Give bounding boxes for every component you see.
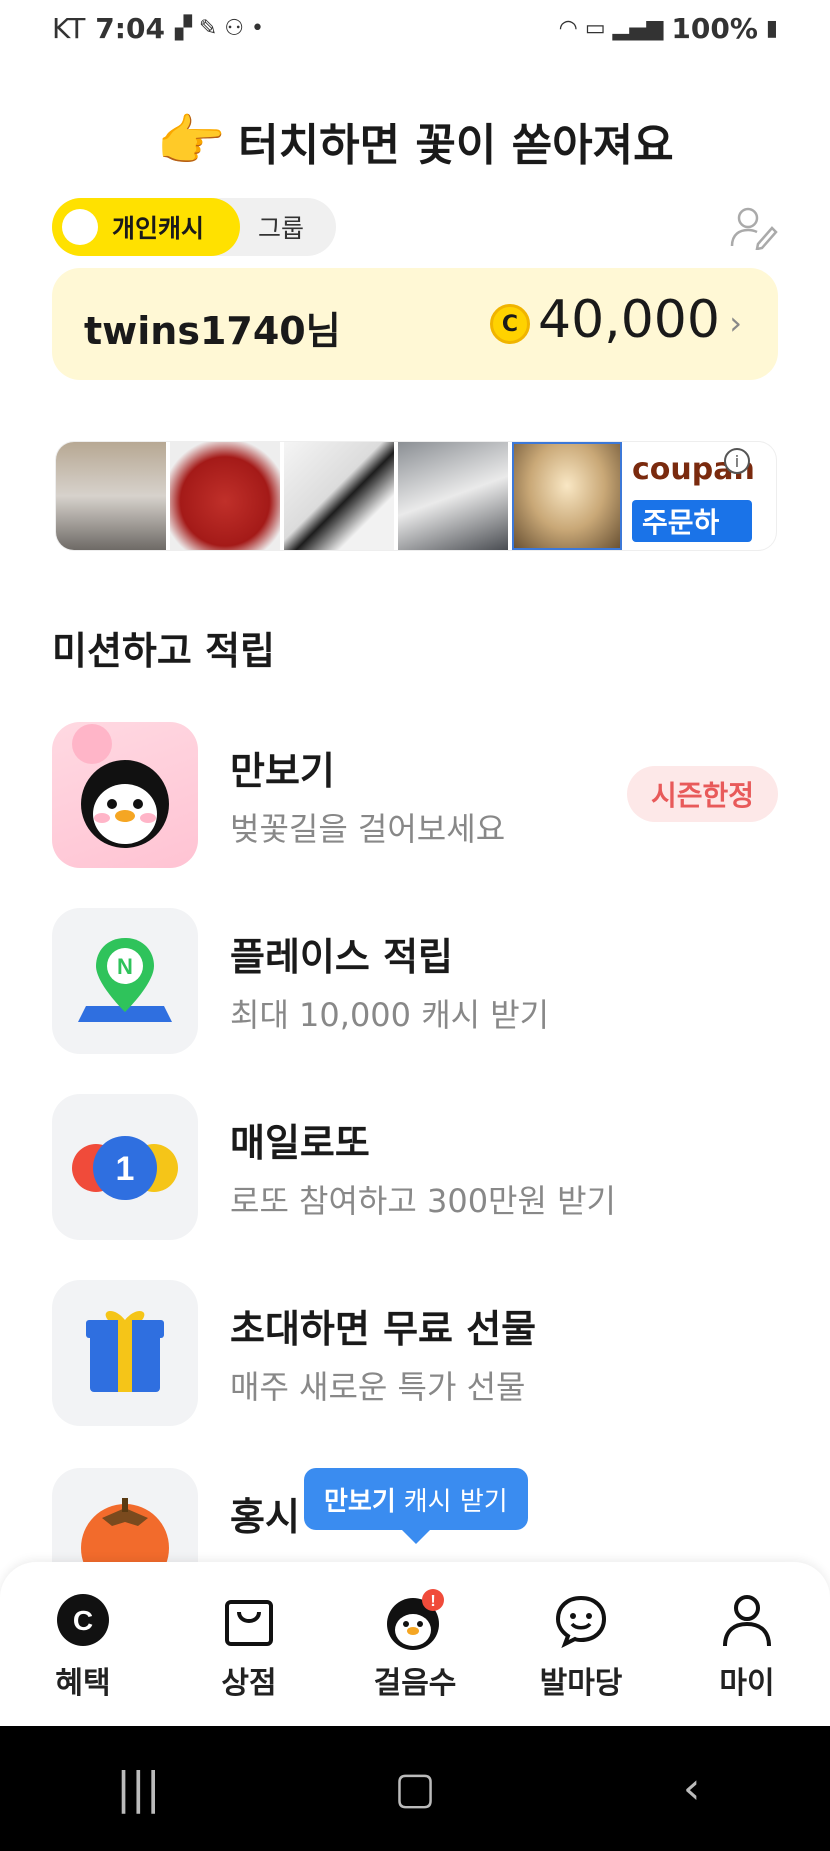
edit-profile-button[interactable]: [728, 204, 778, 251]
mission-lotto[interactable]: 1 매일로또 로또 참여하고 300만원 받기: [52, 1094, 778, 1240]
mission-desc: 벚꽃길을 걸어보세요: [230, 810, 506, 848]
ad-banner[interactable]: coupan i 주문하: [56, 442, 776, 550]
person-icon: [715, 1588, 779, 1652]
pedometer-tooltip[interactable]: 만보기 캐시 받기: [304, 1468, 528, 1530]
toggle-group[interactable]: 그룹: [258, 198, 304, 256]
nav-label: 마이: [719, 1666, 775, 1701]
tooltip-bold: 만보기: [324, 1486, 396, 1517]
battery-percent: 100%: [671, 12, 758, 45]
toggle-group-label: 그룹: [258, 214, 305, 243]
toggle-knob: [62, 209, 98, 245]
bottom-nav: C 혜택 상점 ! 걸음수 발마당 마이: [0, 1562, 830, 1726]
pointing-hand-icon: 👉: [156, 109, 227, 174]
cash-coin-icon: C: [51, 1588, 115, 1652]
ad-product-food-image[interactable]: [170, 442, 280, 550]
mission-desc: 최대 10,000 캐시 받기: [230, 996, 550, 1034]
penguin-icon: [52, 722, 198, 868]
mission-place[interactable]: N 플레이스 적립 최대 10,000 캐시 받기: [52, 908, 778, 1054]
tooltip-arrow: [402, 1530, 430, 1544]
nav-my[interactable]: 마이: [664, 1562, 830, 1726]
nav-store[interactable]: 상점: [166, 1562, 332, 1726]
svg-text:N: N: [117, 954, 133, 979]
notification-icons: ▞ ✎ ⚇ •: [174, 16, 264, 41]
home-icon[interactable]: ▢: [355, 1763, 475, 1814]
status-right: ◠ ▭ ▂▄▆ 100% ▮: [559, 12, 778, 45]
tooltip-text: 캐시 받기: [403, 1486, 508, 1517]
mission-title: 플레이스 적립: [230, 935, 453, 979]
carrier-label: KT: [52, 12, 86, 45]
svg-text:C: C: [73, 1605, 93, 1636]
username: twins1740님: [84, 309, 341, 353]
season-limited-badge: 시즌한정: [626, 766, 778, 822]
lotto-number: 1: [116, 1150, 135, 1188]
cash-type-toggle[interactable]: 개인캐시 그룹: [52, 198, 336, 256]
shopping-bag-icon: [217, 1588, 281, 1652]
chevron-right-icon: ›: [729, 304, 742, 342]
ad-product-light-image[interactable]: [398, 442, 508, 550]
ad-product-clips-image[interactable]: [284, 442, 394, 550]
status-bar: KT 7:04 ▞ ✎ ⚇ • ◠ ▭ ▂▄▆ 100% ▮: [0, 0, 830, 62]
ad-order-button[interactable]: 주문하: [632, 500, 752, 542]
coin-icon: C: [490, 304, 530, 344]
mission-title: 매일로또: [230, 1121, 370, 1165]
mission-invite[interactable]: 초대하면 무료 선물 매주 새로운 특가 선물: [52, 1280, 778, 1426]
toggle-personal-label: 개인캐시: [112, 214, 205, 243]
nav-label: 혜택: [55, 1666, 111, 1701]
system-nav-bar: ||| ▢ ‹: [0, 1726, 830, 1851]
ad-product-mushroom-lamp-image[interactable]: [512, 442, 622, 550]
wifi-signal-icon: ◠ ▭ ▂▄▆: [558, 16, 664, 41]
nav-community[interactable]: 발마당: [498, 1562, 664, 1726]
mission-title: 만보기: [230, 749, 335, 793]
map-pin-icon: N: [52, 908, 198, 1054]
cash-balance-card[interactable]: twins1740님 C 40,000 ›: [52, 268, 778, 380]
mission-title: 홍시: [230, 1495, 300, 1539]
person-edit-icon: [730, 207, 778, 251]
battery-icon: ▮: [765, 16, 778, 41]
mission-pedometer[interactable]: 만보기 벚꽃길을 걸어보세요 시즌한정: [52, 722, 778, 868]
ad-product-lamp-image[interactable]: [56, 442, 166, 550]
back-icon[interactable]: ‹: [632, 1763, 752, 1814]
chat-smile-icon: [549, 1588, 613, 1652]
clock: 7:04: [95, 12, 165, 45]
mission-title: 초대하면 무료 선물: [230, 1307, 537, 1351]
recent-apps-icon[interactable]: |||: [78, 1763, 198, 1814]
lotto-ball-icon: 1: [52, 1094, 198, 1240]
nav-steps[interactable]: ! 걸음수: [332, 1562, 498, 1726]
nav-label: 발마당: [539, 1666, 623, 1701]
nav-benefits[interactable]: C 혜택: [0, 1562, 166, 1726]
flower-banner[interactable]: 👉 터치하면 꽃이 쏟아져요: [0, 108, 830, 174]
section-title: 미션하고 적립: [52, 629, 275, 673]
penguin-icon: !: [383, 1588, 447, 1652]
nav-label: 걸음수: [373, 1666, 457, 1701]
cash-amount: 40,000: [538, 290, 720, 350]
mission-desc: 매주 새로운 특가 선물: [230, 1368, 526, 1406]
toggle-personal[interactable]: 개인캐시: [52, 198, 240, 256]
banner-text: 터치하면 꽃이 쏟아져요: [238, 120, 674, 171]
svg-text:!: !: [430, 1593, 435, 1610]
ad-info-icon[interactable]: i: [724, 448, 750, 474]
ad-brand-tile[interactable]: coupan i 주문하: [626, 442, 756, 550]
mission-desc: 로또 참여하고 300만원 받기: [230, 1182, 616, 1220]
nav-label: 상점: [221, 1666, 277, 1701]
status-left: KT 7:04 ▞ ✎ ⚇ •: [52, 12, 264, 45]
gift-icon: [52, 1280, 198, 1426]
